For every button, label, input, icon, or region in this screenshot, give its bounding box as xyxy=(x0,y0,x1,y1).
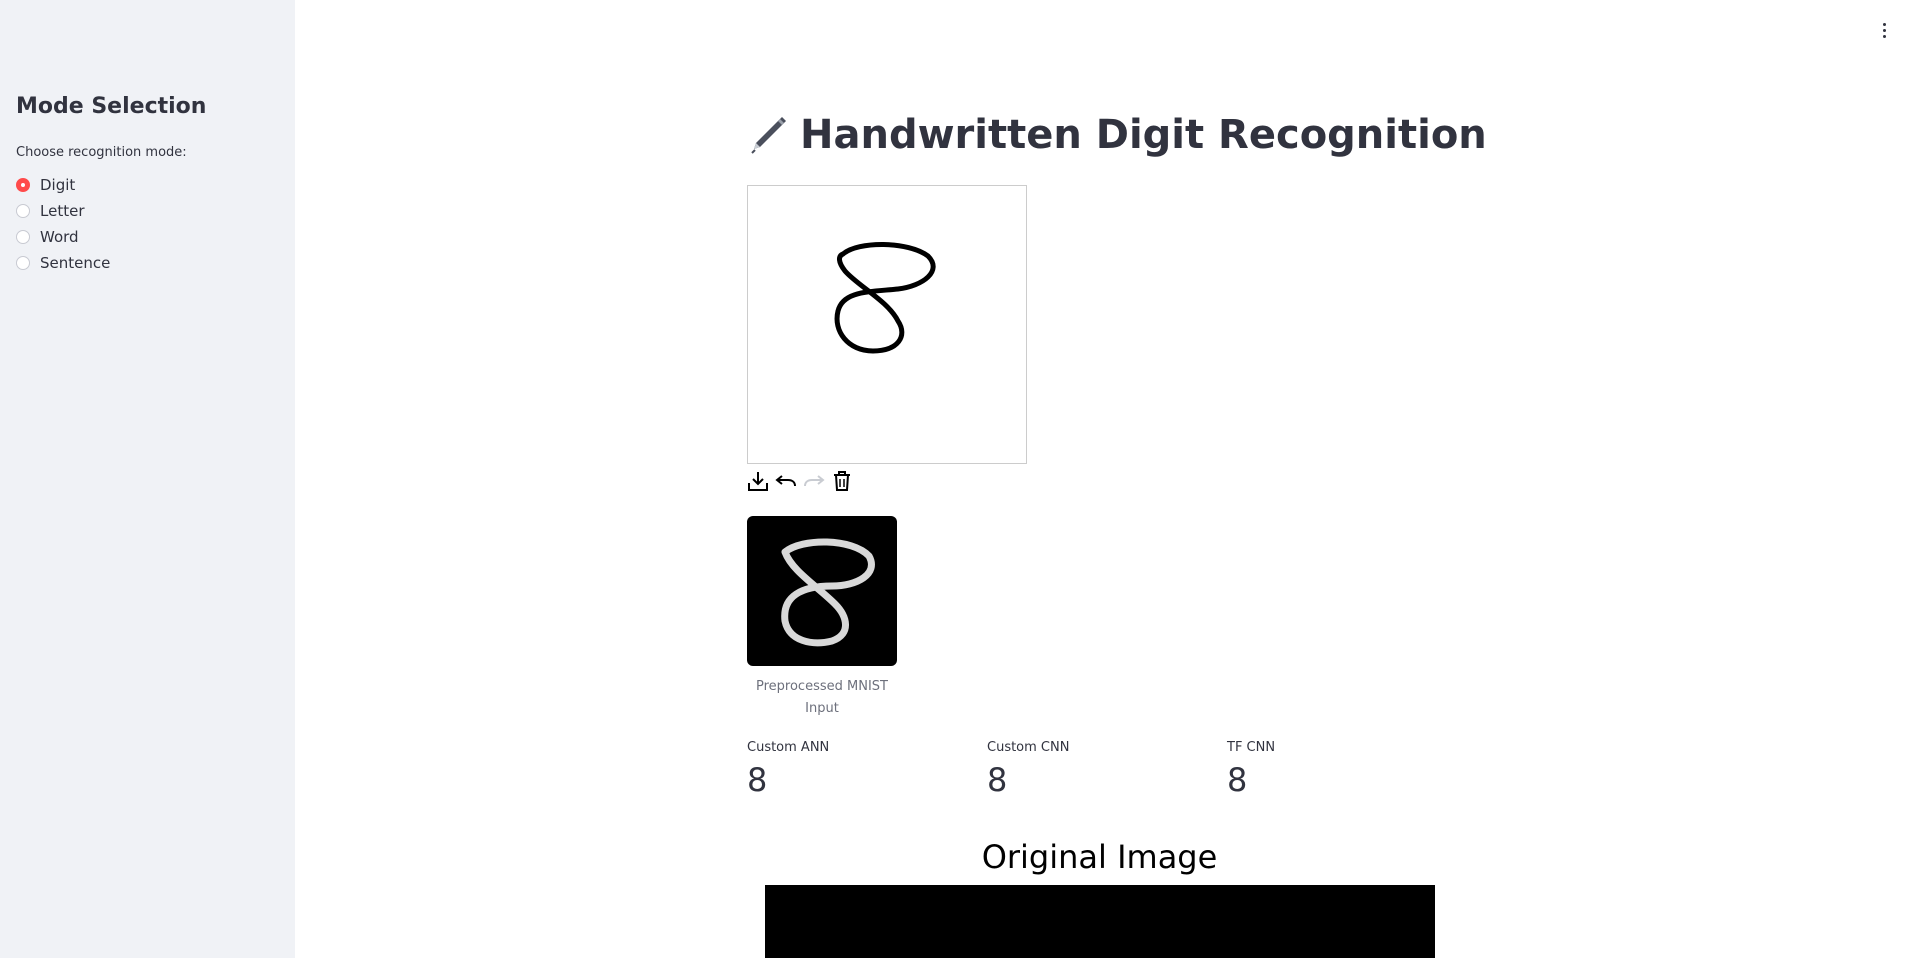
original-image xyxy=(765,885,1435,958)
radio-unchecked-icon xyxy=(16,204,30,218)
metric-value: 8 xyxy=(747,761,768,799)
page-title-text: Handwritten Digit Recognition xyxy=(800,112,1487,158)
metric-label: Custom ANN xyxy=(747,740,830,755)
radio-option-letter[interactable]: Letter xyxy=(16,198,110,224)
metric-value: 8 xyxy=(987,761,1008,799)
metric-label: TF CNN xyxy=(1227,740,1276,755)
main-menu-button[interactable] xyxy=(1874,18,1894,42)
preprocessed-image xyxy=(747,516,897,666)
radio-option-label: Sentence xyxy=(40,254,111,272)
recognition-mode-radio-group: Digit Letter Word Sentence xyxy=(16,172,110,276)
kebab-menu-icon xyxy=(1882,22,1886,26)
radio-option-word[interactable]: Word xyxy=(16,224,110,250)
kebab-dot xyxy=(1882,34,1886,38)
radio-unchecked-icon xyxy=(16,256,30,270)
sidebar: Mode Selection Choose recognition mode: … xyxy=(0,0,295,958)
radio-option-label: Letter xyxy=(40,202,85,220)
pen-icon xyxy=(746,113,790,157)
undo-icon[interactable] xyxy=(774,469,798,493)
metric-label: Custom CNN xyxy=(987,740,1070,755)
canvas-toolbar xyxy=(746,469,854,493)
kebab-dot xyxy=(1882,28,1886,32)
radio-option-label: Digit xyxy=(40,176,76,194)
metric-custom-ann: Custom ANN 8 xyxy=(747,740,829,799)
preprocessed-caption: Preprocessed MNIST Input xyxy=(756,679,888,716)
original-image-title: Original Image xyxy=(981,838,1218,876)
radio-unchecked-icon xyxy=(16,230,30,244)
radio-option-sentence[interactable]: Sentence xyxy=(16,250,110,276)
sidebar-heading: Mode Selection xyxy=(16,94,207,119)
metric-value: 8 xyxy=(1227,761,1248,799)
trash-icon[interactable] xyxy=(830,469,854,493)
page-title: Handwritten Digit Recognition xyxy=(746,112,1487,158)
radio-checked-icon xyxy=(16,178,30,192)
metric-tf-cnn: TF CNN 8 xyxy=(1227,740,1275,799)
drawing-canvas[interactable] xyxy=(747,185,1027,464)
metric-custom-cnn: Custom CNN 8 xyxy=(987,740,1069,799)
download-icon[interactable] xyxy=(746,469,770,493)
radio-option-label: Word xyxy=(40,228,79,246)
drawn-digit-stroke xyxy=(834,242,936,354)
radio-group-label: Choose recognition mode: xyxy=(16,145,187,160)
redo-icon[interactable] xyxy=(802,469,826,493)
radio-option-digit[interactable]: Digit xyxy=(16,172,110,198)
